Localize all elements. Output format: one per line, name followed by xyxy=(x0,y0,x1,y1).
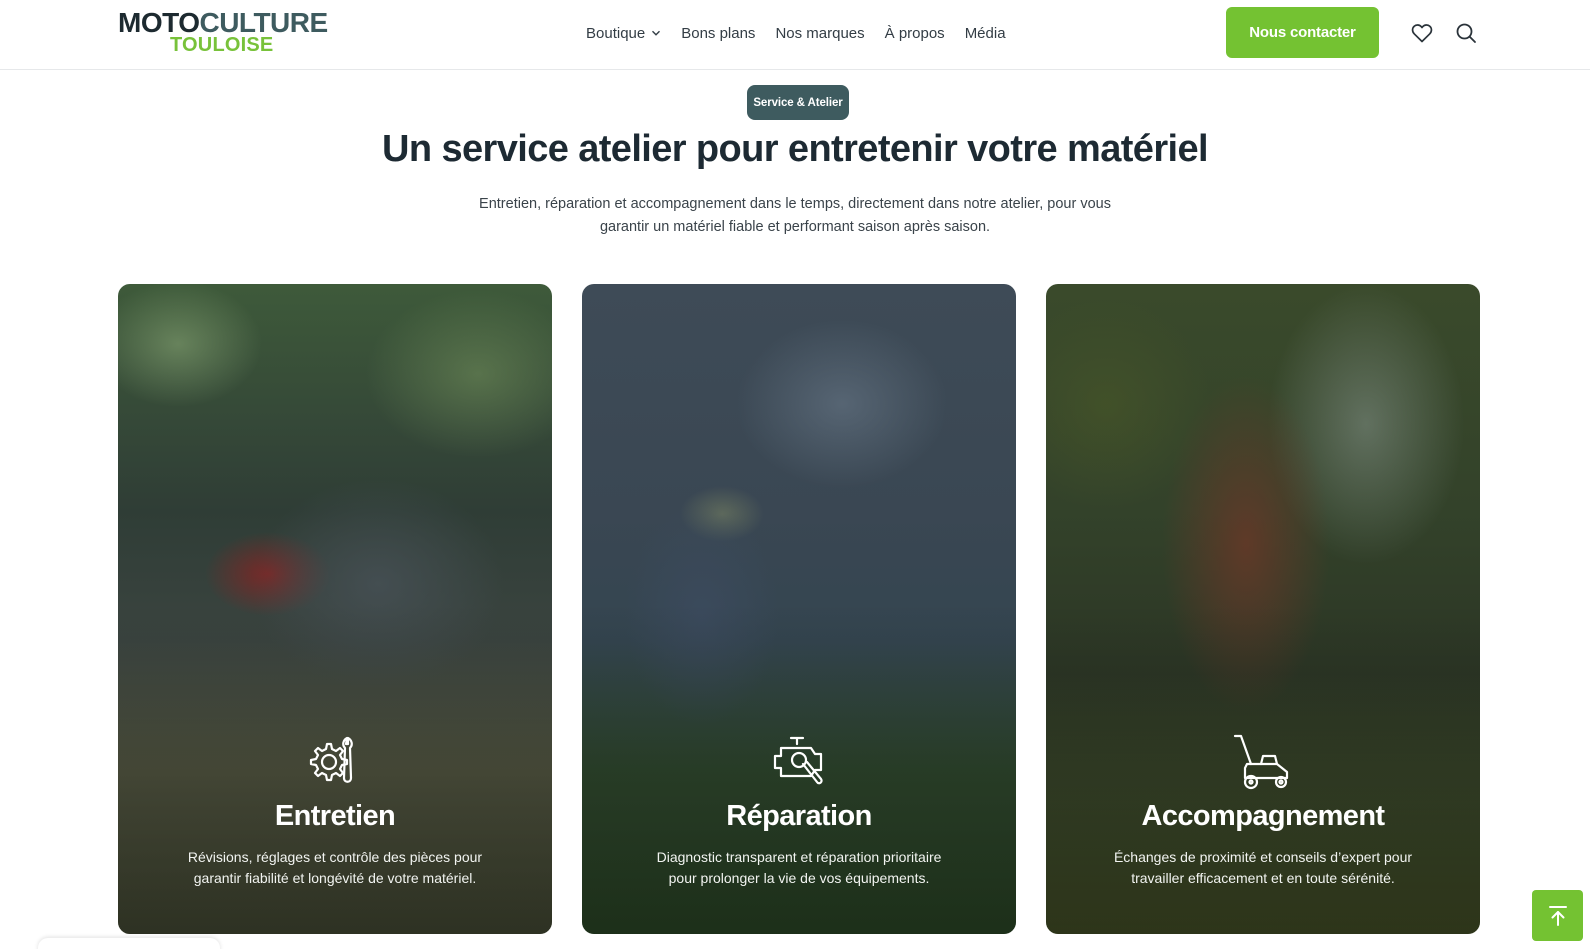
card-text-line: Échanges de proximité et conseils d’expe… xyxy=(1113,849,1413,865)
main-nav: Boutique Bons plans Nos marques À propos… xyxy=(586,22,1026,44)
card-description: Diagnostic transparent et réparation pri… xyxy=(634,847,964,889)
logo-touloise: TOULOISE xyxy=(170,34,274,56)
service-card-accompagnement[interactable]: Accompagnement Échanges de proximité et … xyxy=(1046,284,1480,934)
card-content: Entretien Révisions, réglages et contrôl… xyxy=(118,730,552,889)
card-title: Entretien xyxy=(274,800,396,832)
card-text-line: Diagnostic transparent et réparation pri… xyxy=(656,849,942,865)
section-badge: Service & Atelier xyxy=(747,85,849,120)
search-button[interactable] xyxy=(1453,20,1479,46)
floating-widget-edge[interactable] xyxy=(38,938,220,949)
site-header: MOTOCULTURE TOULOISE Boutique Bons plans… xyxy=(0,0,1590,70)
nav-item-nos-marques[interactable]: Nos marques xyxy=(775,25,864,42)
nav-item-a-propos[interactable]: À propos xyxy=(885,25,945,42)
subtitle-line: Entretien, réparation et accompagnement … xyxy=(479,196,1111,212)
search-icon xyxy=(1456,23,1476,43)
favorites-button[interactable] xyxy=(1409,20,1435,46)
site-logo[interactable]: MOTOCULTURE TOULOISE xyxy=(118,9,328,57)
gear-wrench-icon xyxy=(309,736,353,783)
card-description: Révisions, réglages et contrôle des pièc… xyxy=(170,847,500,889)
section-subtitle: Entretien, réparation et accompagnement … xyxy=(455,193,1135,239)
card-text-line: garantir fiabilité et longévité de votre… xyxy=(193,870,477,886)
card-text-line: Révisions, réglages et contrôle des pièc… xyxy=(187,849,483,865)
heart-icon xyxy=(1411,24,1433,43)
card-description: Échanges de proximité et conseils d’expe… xyxy=(1098,847,1428,889)
card-text-line: travailler efficacement et en toute séré… xyxy=(1131,870,1395,886)
scroll-to-top-button[interactable] xyxy=(1532,890,1583,941)
lawn-mower-icon xyxy=(1233,734,1289,790)
subtitle-line: garantir un matériel fiable et performan… xyxy=(599,219,991,235)
service-card-reparation[interactable]: Réparation Diagnostic transparent et rép… xyxy=(582,284,1016,934)
arrow-up-icon xyxy=(1548,905,1567,926)
contact-button[interactable]: Nous contacter xyxy=(1226,7,1379,58)
card-content: Réparation Diagnostic transparent et rép… xyxy=(582,730,1016,889)
card-content: Accompagnement Échanges de proximité et … xyxy=(1046,730,1480,889)
section-title: Un service atelier pour entretenir votre… xyxy=(382,128,1209,170)
service-card-entretien[interactable]: Entretien Révisions, réglages et contrôl… xyxy=(118,284,552,934)
card-title: Accompagnement xyxy=(1141,800,1386,832)
nav-item-media[interactable]: Média xyxy=(965,25,1006,42)
nav-item-label: Boutique xyxy=(586,24,646,42)
card-title: Réparation xyxy=(726,800,872,832)
engine-wrench-icon xyxy=(773,736,823,785)
card-text-line: pour prolonger la vie de vos équipements… xyxy=(668,870,930,886)
chevron-down-icon xyxy=(652,30,661,36)
nav-item-bons-plans[interactable]: Bons plans xyxy=(681,25,755,42)
nav-item-boutique[interactable]: Boutique xyxy=(586,25,661,42)
